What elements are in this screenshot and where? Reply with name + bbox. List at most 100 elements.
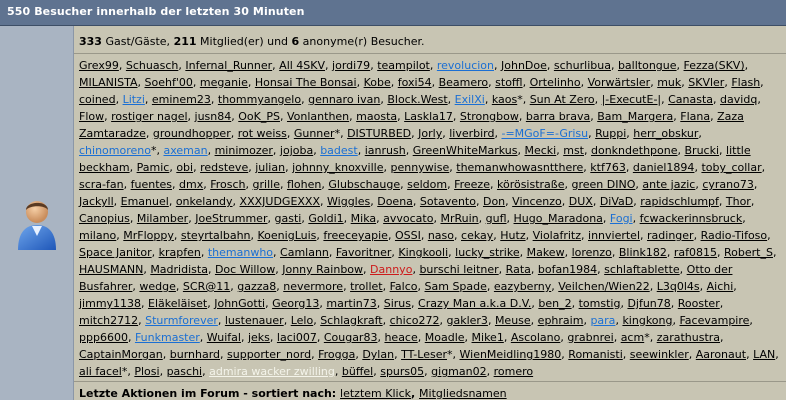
user-link[interactable]: JohnDoe	[501, 59, 547, 72]
user-link[interactable]: SCR@11	[183, 280, 230, 293]
user-link[interactable]: Kingkooli	[398, 246, 448, 259]
user-link[interactable]: Brucki	[685, 144, 720, 157]
user-link[interactable]: gazza8	[237, 280, 276, 293]
user-link[interactable]: obi	[176, 161, 193, 174]
user-link[interactable]: kaos	[492, 93, 517, 106]
user-link[interactable]: Hugo_Maradona	[514, 212, 603, 225]
user-link[interactable]: |-ExecutE-|	[602, 93, 662, 106]
user-link[interactable]: Meuse	[495, 314, 531, 327]
user-link[interactable]: Flana	[680, 110, 710, 123]
sort-by-last-click-link[interactable]: letztem Klick	[340, 387, 411, 400]
user-link[interactable]: supporter_nord	[227, 348, 311, 361]
user-link[interactable]: scra-fan	[79, 178, 124, 191]
user-link[interactable]: gasti	[274, 212, 301, 225]
user-link[interactable]: naso	[428, 229, 454, 242]
user-link[interactable]: teampilot	[377, 59, 430, 72]
user-link[interactable]: Jorly	[418, 127, 442, 140]
user-link[interactable]: körösistraße	[497, 178, 565, 191]
user-link[interactable]: Falco	[390, 280, 418, 293]
user-link[interactable]: Eläkeläiset	[148, 297, 207, 310]
user-link[interactable]: Schlagkraft	[320, 314, 382, 327]
user-link[interactable]: Don	[483, 195, 505, 208]
user-link[interactable]: Dannyo	[370, 263, 412, 276]
user-link[interactable]: foxi54	[398, 76, 432, 89]
user-link[interactable]: Favoritner	[336, 246, 391, 259]
user-link[interactable]: toby_collar	[701, 161, 761, 174]
user-link[interactable]: davidq	[720, 93, 757, 106]
user-link[interactable]: trollet	[350, 280, 383, 293]
user-link[interactable]: Ruppi	[595, 127, 626, 140]
user-link[interactable]: grille	[253, 178, 280, 191]
user-link[interactable]: Jonny Rainbow	[282, 263, 363, 276]
user-link[interactable]: büffel	[342, 365, 373, 378]
user-link[interactable]: thommyangelo	[218, 93, 301, 106]
user-link[interactable]: HAUSMANN	[79, 263, 143, 276]
user-link[interactable]: Sun At Zero	[530, 93, 595, 106]
user-link[interactable]: jojoba	[280, 144, 313, 157]
user-link[interactable]: Strongbow	[460, 110, 519, 123]
user-link[interactable]: Litzi	[123, 93, 145, 106]
user-link[interactable]: krapfen	[159, 246, 201, 259]
user-link[interactable]: WienMeidling1980	[460, 348, 562, 361]
user-link[interactable]: Grex99	[79, 59, 119, 72]
user-link[interactable]: Mecki	[525, 144, 557, 157]
user-link[interactable]: Laskla17	[404, 110, 453, 123]
user-link[interactable]: schlaftablette	[604, 263, 679, 276]
user-link[interactable]: Madridista	[150, 263, 208, 276]
user-link[interactable]: Lelo	[291, 314, 314, 327]
user-link[interactable]: gakler3	[446, 314, 487, 327]
user-link[interactable]: Robert_S	[724, 246, 773, 259]
user-link[interactable]: TT-Leser	[401, 348, 447, 361]
user-link[interactable]: Sam Spade	[425, 280, 487, 293]
user-link[interactable]: dmx	[179, 178, 203, 191]
user-link[interactable]: daniel1894	[633, 161, 695, 174]
user-link[interactable]: johnny_knoxville	[292, 161, 383, 174]
user-link[interactable]: lustenauer	[225, 314, 284, 327]
user-link[interactable]: avvocato	[383, 212, 433, 225]
user-link[interactable]: Hutz	[500, 229, 525, 242]
user-link[interactable]: Freeze	[454, 178, 490, 191]
user-link[interactable]: Facevampire	[679, 314, 749, 327]
user-link[interactable]: flohen	[287, 178, 321, 191]
user-link[interactable]: barra brava	[526, 110, 590, 123]
user-link[interactable]: GreenWhiteMarkus	[413, 144, 518, 157]
user-link[interactable]: groundhopper	[153, 127, 231, 140]
user-link[interactable]: Frosch	[210, 178, 245, 191]
user-link[interactable]: raf0815	[674, 246, 717, 259]
user-link[interactable]: Sotavento	[420, 195, 476, 208]
user-link[interactable]: Plosi	[134, 365, 159, 378]
user-link[interactable]: ante jazic	[642, 178, 695, 191]
user-link[interactable]: eazyberny	[494, 280, 551, 293]
user-link[interactable]: KoenigLuis	[258, 229, 317, 242]
sort-by-member-name-link[interactable]: Mitgliedsnamen	[419, 387, 507, 400]
user-link[interactable]: All 4SKV	[279, 59, 325, 72]
user-link[interactable]: romero	[494, 365, 534, 378]
user-link[interactable]: Gunner	[294, 127, 335, 140]
user-link[interactable]: seldom	[407, 178, 447, 191]
user-link[interactable]: coined	[79, 93, 116, 106]
user-link[interactable]: martin73	[326, 297, 376, 310]
user-link[interactable]: Soehf'00	[145, 76, 193, 89]
user-link[interactable]: milano	[79, 229, 116, 242]
user-link[interactable]: XXXJUDGEXXX	[240, 195, 320, 208]
user-link[interactable]: laci007	[277, 331, 317, 344]
user-link[interactable]: lorenzo	[572, 246, 612, 259]
user-link[interactable]: tomstig	[579, 297, 621, 310]
user-link[interactable]: Wiggles	[327, 195, 370, 208]
user-link[interactable]: ali facel	[79, 365, 122, 378]
user-link[interactable]: zarathustra	[657, 331, 720, 344]
user-link[interactable]: Mike1	[472, 331, 504, 344]
user-link[interactable]: Honsai The Bonsai	[255, 76, 357, 89]
user-link[interactable]: MrRuin	[440, 212, 478, 225]
user-link[interactable]: Aichi	[707, 280, 734, 293]
user-link[interactable]: OSSI	[395, 229, 421, 242]
user-link[interactable]: jimmy1138	[79, 297, 141, 310]
user-link[interactable]: Bam_Margera	[597, 110, 673, 123]
user-link[interactable]: Blink182	[619, 246, 667, 259]
user-link[interactable]: para	[590, 314, 615, 327]
user-link[interactable]: themanwho	[208, 246, 273, 259]
user-link[interactable]: Block.West	[387, 93, 447, 106]
user-link[interactable]: seewinkler	[630, 348, 689, 361]
user-link[interactable]: Jackyll	[79, 195, 114, 208]
user-link[interactable]: eminem23	[152, 93, 211, 106]
